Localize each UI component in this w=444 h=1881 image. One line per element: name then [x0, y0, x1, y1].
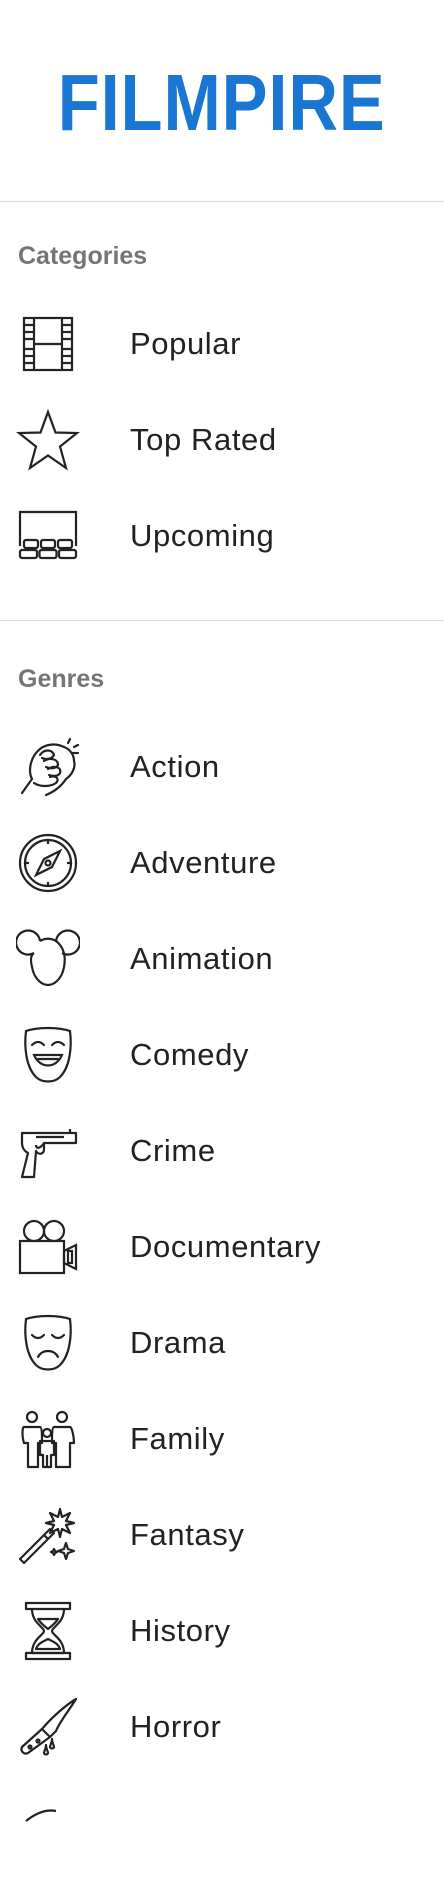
genre-label: Animation — [130, 941, 274, 976]
genre-item-animation[interactable]: Animation — [0, 911, 444, 1007]
categories-section: Categories Popular Top Rated Upcoming — [0, 202, 444, 621]
genre-item-horror[interactable]: Horror — [0, 1679, 444, 1775]
genre-label: Family — [130, 1421, 225, 1456]
genres-heading: Genres — [18, 665, 105, 693]
genre-item-documentary[interactable]: Documentary — [0, 1199, 444, 1295]
film-strip-icon — [16, 312, 80, 376]
genre-item-crime[interactable]: Crime — [0, 1103, 444, 1199]
fist-icon — [16, 735, 80, 799]
genre-label: Fantasy — [130, 1517, 245, 1552]
genre-label: Comedy — [130, 1037, 250, 1072]
genre-label: Drama — [130, 1325, 227, 1360]
category-item-top-rated[interactable]: Top Rated — [0, 392, 444, 488]
genre-item-comedy[interactable]: Comedy — [0, 1007, 444, 1103]
genre-label: Adventure — [130, 845, 277, 880]
logo-header: FILMPIRE — [0, 0, 444, 202]
brand-logo[interactable]: FILMPIRE — [58, 59, 386, 143]
compass-icon — [16, 831, 80, 895]
category-label: Popular — [130, 326, 242, 361]
genre-item-action[interactable]: Action — [0, 719, 444, 815]
star-icon — [16, 408, 80, 472]
genre-label: Crime — [130, 1133, 216, 1168]
cinema-screen-icon — [16, 504, 80, 568]
category-item-upcoming[interactable]: Upcoming — [0, 488, 444, 584]
genre-label: Documentary — [130, 1229, 321, 1264]
categories-heading: Categories — [18, 242, 148, 270]
genre-label: Horror — [130, 1709, 222, 1744]
category-label: Upcoming — [130, 518, 275, 553]
movie-camera-icon — [16, 1215, 80, 1279]
comedy-mask-icon — [16, 1023, 80, 1087]
knife-icon — [16, 1695, 80, 1759]
genres-section: Genres Action Adventure Animation Comedy… — [0, 621, 444, 1881]
mouse-ears-icon — [16, 927, 80, 991]
magic-wand-icon — [16, 1503, 80, 1567]
category-item-popular[interactable]: Popular — [0, 296, 444, 392]
genre-item-adventure[interactable]: Adventure — [0, 815, 444, 911]
partial-next-icon — [16, 1791, 80, 1855]
pistol-icon — [16, 1119, 80, 1183]
genre-item-partial[interactable] — [0, 1775, 444, 1871]
family-icon — [16, 1407, 80, 1471]
genre-item-drama[interactable]: Drama — [0, 1295, 444, 1391]
drama-mask-icon — [16, 1311, 80, 1375]
hourglass-icon — [16, 1599, 80, 1663]
genre-item-history[interactable]: History — [0, 1583, 444, 1679]
genre-label: History — [130, 1613, 231, 1648]
genre-item-family[interactable]: Family — [0, 1391, 444, 1487]
category-label: Top Rated — [130, 422, 277, 457]
genre-item-fantasy[interactable]: Fantasy — [0, 1487, 444, 1583]
genre-label: Action — [130, 749, 220, 784]
